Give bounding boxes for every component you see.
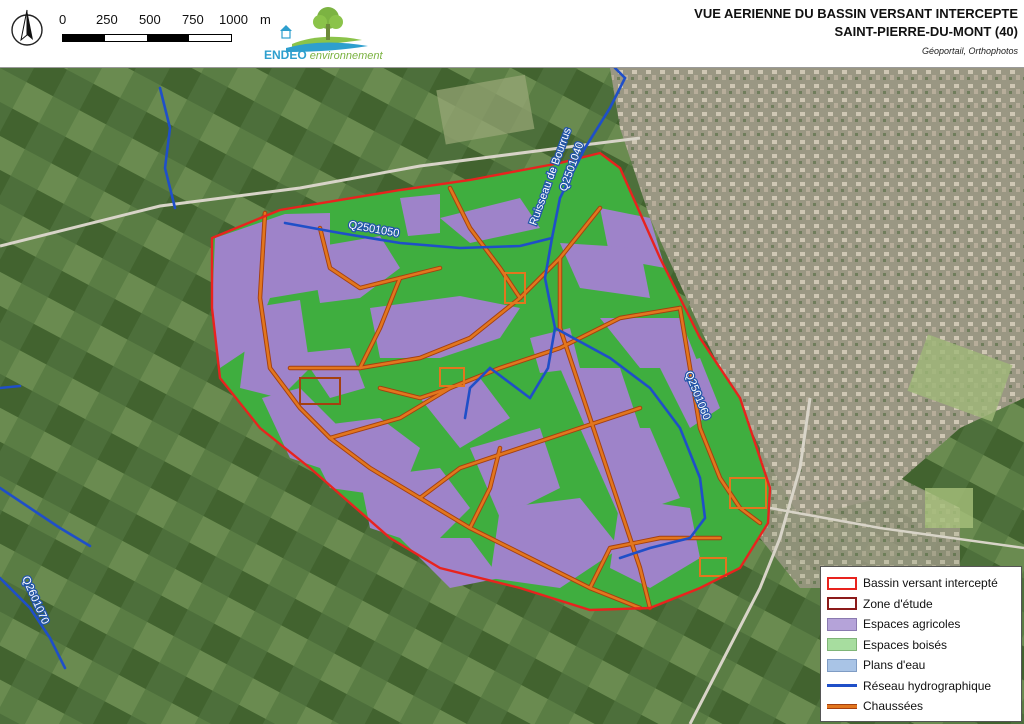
north-arrow-icon bbox=[11, 9, 43, 46]
legend-item-bassin: Bassin versant intercepté bbox=[827, 573, 1015, 594]
scale-tick-1000: 1000 bbox=[219, 12, 248, 27]
legend-symbol-agricoles bbox=[827, 617, 857, 631]
map-title-line2: SAINT-PIERRE-DU-MONT (40) bbox=[834, 24, 1018, 39]
scale-bar bbox=[62, 34, 232, 42]
legend-symbol-eau bbox=[827, 658, 857, 672]
legend-label-boises: Espaces boisés bbox=[863, 637, 948, 652]
scale-tick-250: 250 bbox=[96, 12, 118, 27]
legend-item-chaussees: Chaussées bbox=[827, 696, 1015, 717]
legend-label-zone: Zone d'étude bbox=[863, 596, 933, 611]
legend-item-boises: Espaces boisés bbox=[827, 635, 1015, 656]
scale-tick-0: 0 bbox=[59, 12, 67, 27]
legend-item-agricoles: Espaces agricoles bbox=[827, 614, 1015, 635]
legend-label-reseau: Réseau hydrographique bbox=[863, 678, 992, 693]
legend-item-eau: Plans d'eau bbox=[827, 655, 1015, 676]
legend-symbol-chaussees bbox=[827, 700, 857, 713]
logo-text: ENDEO environnement bbox=[264, 48, 383, 62]
open-field-2 bbox=[925, 488, 973, 528]
header: 0 250 500 750 1000 m ENDEO environnement… bbox=[0, 0, 1024, 68]
logo-name-part1: ENDEO bbox=[264, 48, 307, 62]
legend-symbol-zone bbox=[827, 597, 857, 611]
map-source: Géoportail, Orthophotos bbox=[921, 46, 1018, 56]
legend-label-bassin: Bassin versant intercepté bbox=[863, 576, 998, 591]
legend-symbol-reseau bbox=[827, 679, 857, 692]
logo-name-part2: environnement bbox=[309, 50, 383, 62]
map-sheet: 0 250 500 750 1000 m ENDEO environnement… bbox=[0, 0, 1024, 724]
map-legend: Bassin versant intercepté Zone d'étude E… bbox=[820, 566, 1022, 722]
legend-item-zone: Zone d'étude bbox=[827, 594, 1015, 615]
legend-label-chaussees: Chaussées bbox=[863, 699, 924, 714]
legend-label-agricoles: Espaces agricoles bbox=[863, 617, 961, 632]
legend-symbol-boises bbox=[827, 638, 857, 652]
map-title-line1: VUE AERIENNE DU BASSIN VERSANT INTERCEPT… bbox=[694, 6, 1018, 21]
scale-tick-500: 500 bbox=[139, 12, 161, 27]
scale-tick-750: 750 bbox=[182, 12, 204, 27]
legend-symbol-bassin bbox=[827, 576, 857, 590]
legend-label-eau: Plans d'eau bbox=[863, 658, 926, 673]
legend-item-reseau: Réseau hydrographique bbox=[827, 676, 1015, 697]
